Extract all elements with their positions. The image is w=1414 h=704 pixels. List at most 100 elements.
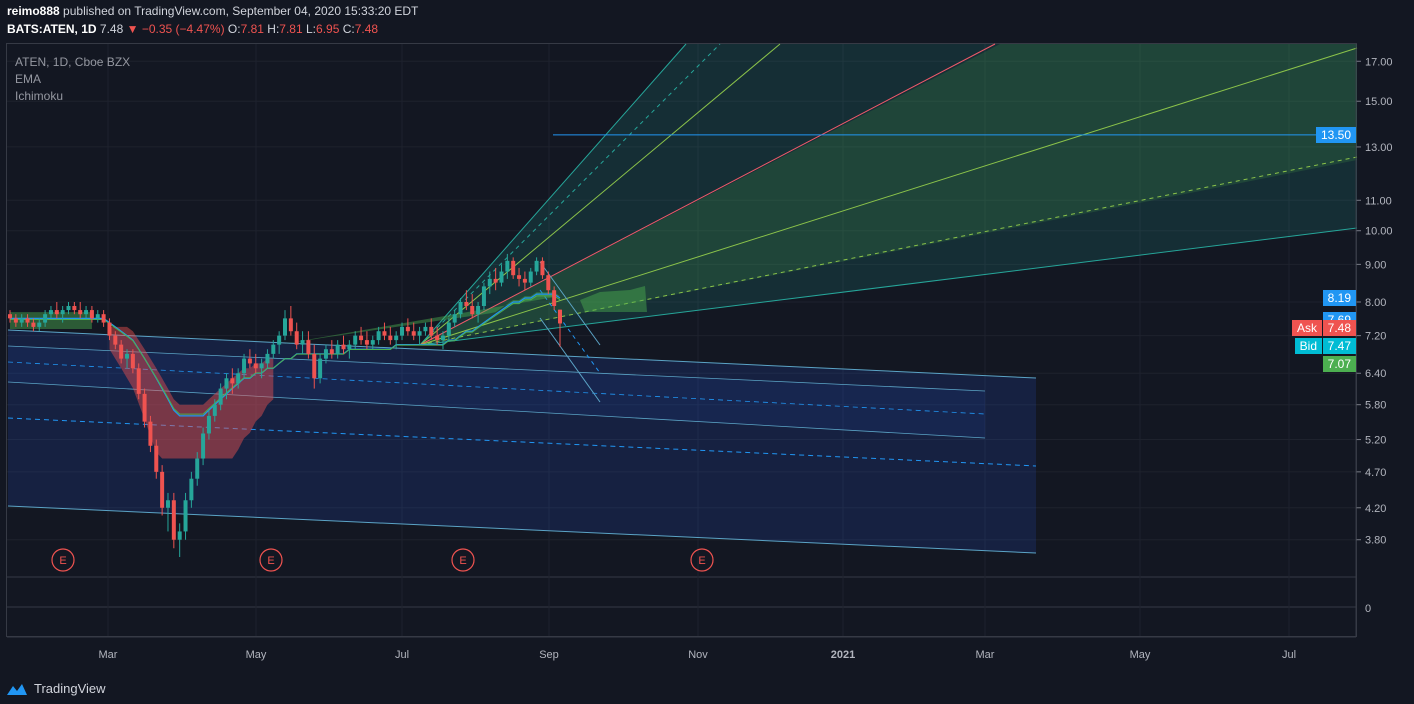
ask-value-tag: 7.48: [1322, 320, 1356, 336]
tradingview-logo-icon: [7, 683, 27, 695]
candle-body: [19, 318, 24, 323]
brand-name: TradingView: [34, 681, 106, 696]
candle-body: [353, 335, 358, 345]
y-tick-label: 4.20: [1365, 503, 1386, 515]
candle-body: [78, 310, 83, 315]
candle-body: [400, 326, 405, 336]
candle-body: [236, 373, 241, 384]
candle-body: [148, 421, 153, 446]
y-tick-label: 5.20: [1365, 435, 1386, 447]
candle-body: [31, 322, 36, 327]
candle-body: [411, 331, 416, 336]
x-tick-label: Sep: [539, 649, 559, 661]
candle-body: [247, 358, 252, 364]
candle-body: [43, 314, 48, 323]
drawings: [7, 43, 1358, 554]
candle-body: [95, 314, 100, 319]
bid-price-tag: Bid: [1294, 338, 1322, 354]
y-tick-label: 4.70: [1365, 467, 1386, 479]
candle-body: [476, 306, 481, 315]
candle-body: [125, 353, 130, 359]
candle-body: [218, 388, 223, 405]
candle-body: [130, 353, 135, 369]
candle-body: [540, 260, 545, 276]
y-tick-label: 8.00: [1365, 297, 1386, 309]
price-axis: 17.00 15.00 13.00 11.00 10.00 9.00 8.00 7.20 6.4…: [1355, 44, 1393, 636]
candle-body: [405, 326, 410, 332]
earnings-marker-label: E: [267, 555, 274, 567]
candle-body: [8, 314, 12, 319]
candle-body: [13, 318, 18, 323]
candle-body: [517, 275, 522, 279]
earnings-marker-label: E: [698, 555, 705, 567]
candle-body: [230, 378, 235, 384]
candle-body: [388, 335, 393, 341]
candle-body: [347, 344, 352, 350]
candle-body: [487, 278, 492, 287]
legend-ema[interactable]: EMA: [15, 71, 130, 88]
time-axis: Mar May Jul Sep Nov 2021 Mar May Jul: [7, 636, 1356, 661]
y-tick-label: 10.00: [1365, 226, 1393, 238]
footer-brand[interactable]: TradingView: [6, 681, 106, 696]
x-tick-label: Jul: [1282, 649, 1296, 661]
candle-body: [224, 378, 229, 389]
chart-legend: ATEN, 1D, Cboe BZX EMA Ichimoku: [15, 54, 130, 105]
x-tick-label: Nov: [688, 649, 708, 661]
price-chart[interactable]: 17.00 15.00 13.00 11.00 10.00 9.00 8.00 7.20 6.4…: [0, 0, 1414, 704]
candle-body: [177, 531, 182, 540]
legend-ichimoku[interactable]: Ichimoku: [15, 88, 130, 105]
candle-body: [452, 314, 457, 323]
candle-body: [370, 340, 375, 345]
candle-body: [458, 301, 463, 315]
x-tick-label: Jul: [395, 649, 409, 661]
candle-body: [446, 322, 451, 336]
candle-body: [470, 306, 475, 315]
candle-body: [66, 306, 71, 311]
candle-body: [546, 275, 551, 291]
candle-body: [318, 358, 323, 379]
candle-body: [335, 344, 340, 354]
candle-body: [440, 335, 445, 341]
candle-body: [84, 310, 89, 315]
candle-body: [119, 344, 124, 359]
candle-body: [341, 344, 346, 350]
candle-body: [288, 318, 293, 332]
candle-body: [312, 353, 317, 379]
candle-body: [505, 260, 510, 272]
ask-label: Ask: [1296, 321, 1317, 335]
candle-body: [511, 260, 516, 276]
candle-body: [54, 310, 59, 315]
candle-body: [154, 445, 159, 472]
y-tick-label: 17.00: [1365, 56, 1393, 68]
candle-body: [72, 306, 77, 311]
y-tick-label: 5.80: [1365, 400, 1386, 412]
x-tick-label: 2021: [831, 649, 855, 661]
candle-body: [323, 349, 328, 359]
x-tick-label: Mar: [976, 649, 995, 661]
candle-body: [558, 309, 562, 324]
candle-body: [522, 278, 527, 283]
y-tick-label: 13.00: [1365, 142, 1393, 154]
candle-body: [206, 415, 211, 434]
candle-body: [464, 301, 469, 307]
price-tag-819: 8.19: [1322, 290, 1356, 306]
x-tick-label: May: [1130, 649, 1151, 661]
y-tick-label: 9.00: [1365, 259, 1386, 271]
candle-body: [165, 500, 170, 508]
candle-body: [283, 318, 287, 336]
candle-body: [294, 331, 299, 345]
candle-body: [359, 335, 364, 341]
x-tick-label: May: [246, 649, 267, 661]
candle-body: [37, 322, 42, 327]
candle-body: [329, 349, 334, 354]
earnings-marker-label: E: [59, 555, 66, 567]
candle-body: [142, 393, 147, 422]
candle-body: [107, 322, 112, 336]
candle-body: [423, 326, 428, 332]
price-tag-707: 7.07: [1322, 356, 1356, 372]
candle-body: [171, 500, 176, 540]
candle-body: [48, 310, 53, 315]
candle-body: [101, 314, 106, 323]
candle-body: [394, 335, 399, 341]
legend-title[interactable]: ATEN, 1D, Cboe BZX: [15, 54, 130, 71]
